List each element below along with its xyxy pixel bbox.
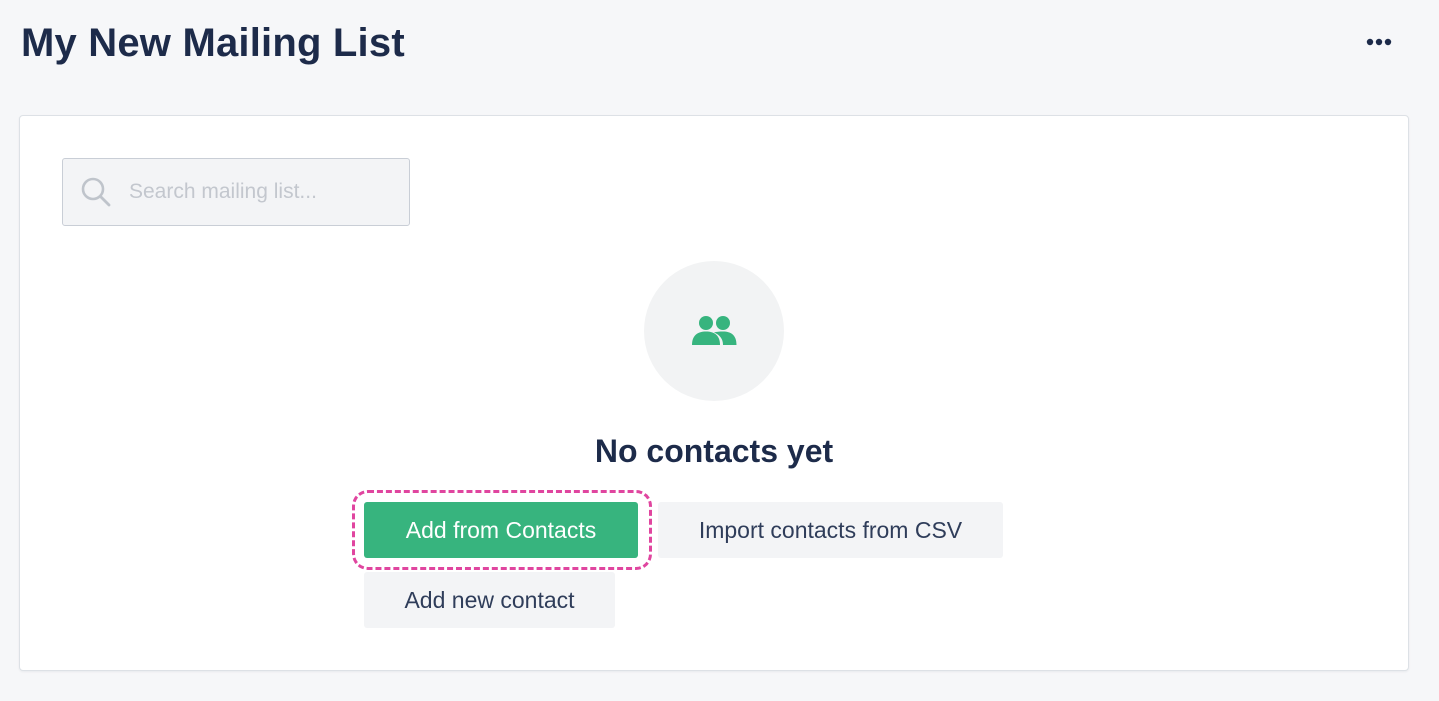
more-horizontal-icon — [1366, 38, 1392, 46]
mailing-list-card: No contacts yet Add from Contacts Import… — [19, 115, 1409, 671]
add-from-contacts-button[interactable]: Add from Contacts — [364, 502, 638, 558]
search-input[interactable] — [127, 159, 401, 225]
page-title: My New Mailing List — [21, 21, 405, 65]
more-options-button[interactable] — [1358, 26, 1402, 58]
add-new-contact-button[interactable]: Add new contact — [364, 572, 615, 628]
search-icon — [81, 177, 111, 207]
import-csv-button[interactable]: Import contacts from CSV — [658, 502, 1003, 558]
contacts-icon — [692, 316, 737, 345]
search-box[interactable] — [62, 158, 410, 226]
empty-state-title: No contacts yet — [594, 433, 834, 469]
empty-state-avatar — [644, 261, 784, 401]
